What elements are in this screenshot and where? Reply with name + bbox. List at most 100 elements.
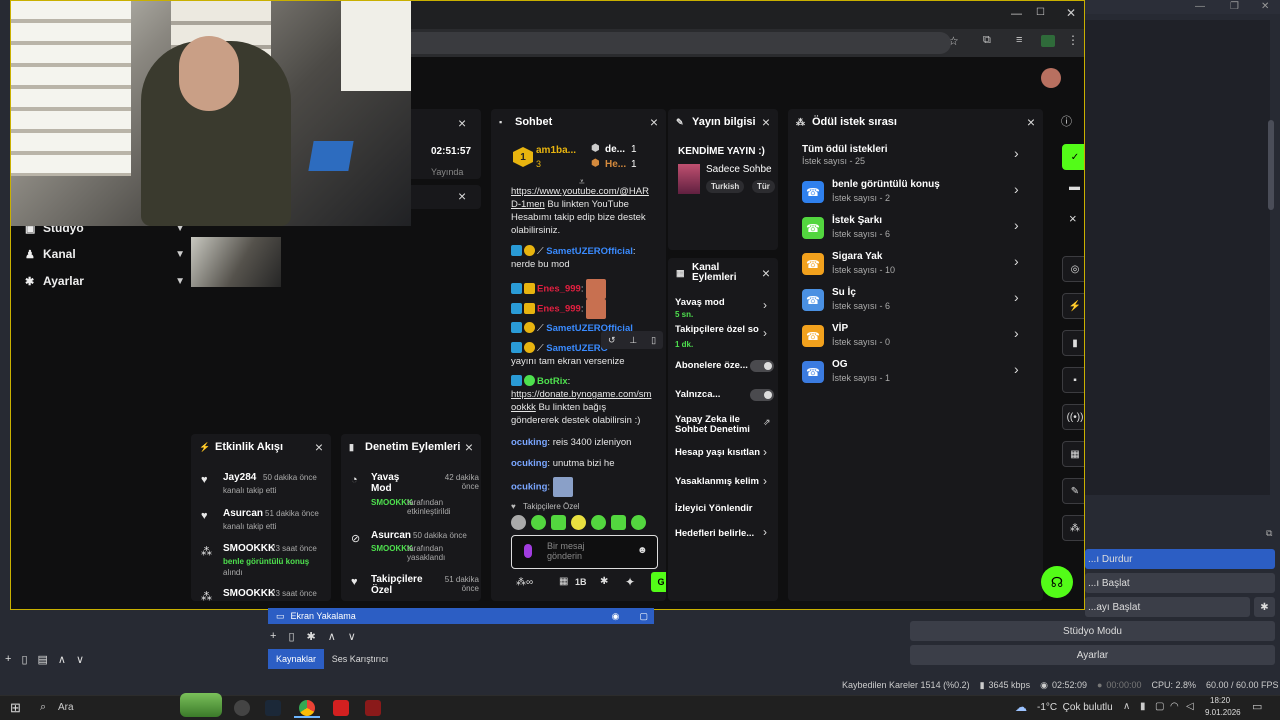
obs-scrollbar[interactable] (1268, 120, 1274, 210)
close-icon[interactable]: × (650, 114, 658, 130)
start-recording-button[interactable]: ...ı Başlat (1085, 573, 1275, 593)
sidebar-shield-button[interactable]: ▮ (1062, 330, 1084, 356)
settings-button[interactable]: Ayarlar (910, 645, 1275, 665)
action-raid[interactable]: İzleyici Yönlendir (675, 502, 775, 518)
nav-settings[interactable]: ✱ Ayarlar ▼ (25, 270, 185, 292)
dock-float-icon[interactable]: ⧉ (1266, 528, 1272, 539)
add-icon[interactable]: + (270, 630, 276, 643)
browser-close-button[interactable]: ✕ (1066, 6, 1076, 20)
reward-all[interactable]: Tüm ödül istekleri İstek sayısı - 25 › (802, 143, 1032, 169)
send-button[interactable]: G (651, 572, 666, 592)
reward-item[interactable]: ☎ Sigara Yak İstek sayısı - 10 › (788, 251, 1043, 281)
obs-app-icon[interactable] (234, 700, 250, 716)
subscribers-only-toggle[interactable] (750, 360, 774, 372)
trash-icon[interactable]: ▯ (651, 335, 656, 346)
search-icon[interactable]: ⌕ (40, 701, 46, 714)
studio-mode-button[interactable]: Stüdyo Modu (910, 621, 1275, 641)
sidebar-reward-button[interactable]: ⁂ (1062, 515, 1084, 541)
app-icon[interactable] (365, 700, 381, 716)
menu-dots-icon[interactable]: ⋮ (1067, 33, 1079, 47)
reward-item[interactable]: ☎ OG İstek sayısı - 1 › (788, 359, 1043, 389)
close-icon[interactable]: × (458, 115, 466, 131)
steam-app-icon[interactable] (265, 700, 281, 716)
down-icon[interactable]: ∨ (76, 653, 84, 666)
close-icon[interactable]: × (762, 265, 770, 281)
category-name[interactable]: Sadece Sohbe (706, 164, 776, 175)
filter-icon[interactable]: ▤ (38, 653, 48, 666)
wifi-icon[interactable]: ◠ (1170, 701, 1179, 712)
start-replay-button[interactable]: ...ayı Başlat (1085, 597, 1250, 617)
microphone-icon[interactable]: ▮ (1140, 701, 1146, 712)
emote[interactable] (531, 515, 546, 530)
action-slow-mode[interactable]: Yavaş mod 5 sn. › (675, 296, 775, 320)
obs-source-row[interactable]: ▭ Ekran Yakalama ◉ ▢ (268, 608, 654, 624)
sidebar-broadcast-button[interactable]: ((•)) (1062, 404, 1084, 430)
close-icon[interactable]: × (762, 114, 770, 130)
chat-username[interactable]: ocuking (511, 437, 547, 448)
top-chatter-1[interactable]: am1ba... (536, 145, 576, 156)
only-toggle[interactable] (750, 389, 774, 401)
clock-date[interactable]: 9.01.2026 (1205, 708, 1241, 717)
emote[interactable] (551, 515, 566, 530)
top-chatter-3[interactable]: He... (605, 159, 626, 170)
reward-item[interactable]: ☎ benle görüntülü konuş İstek sayısı - 2 › (788, 179, 1043, 209)
omnibox[interactable] (391, 32, 951, 54)
chat-username[interactable]: Enes_999 (537, 304, 581, 315)
tray-arrow-icon[interactable]: ∧ (1123, 701, 1130, 712)
action-banned-words[interactable]: Yasaklanmış kelim › (675, 474, 775, 492)
close-icon[interactable]: × (465, 439, 473, 455)
check-button[interactable]: ✓ (1062, 144, 1084, 170)
media-icon[interactable]: ≡ (1016, 34, 1022, 46)
emote[interactable] (631, 515, 646, 530)
volume-icon[interactable]: ◁ (1186, 701, 1194, 712)
chat-username[interactable]: SametUZERO (546, 343, 608, 354)
sidebar-wrench-button[interactable]: ✎ (1062, 478, 1084, 504)
emote[interactable] (511, 515, 526, 530)
down-icon[interactable]: ∨ (348, 630, 356, 643)
windows-start-icon[interactable]: ⊞ (10, 700, 21, 716)
clock-time[interactable]: 18:20 (1210, 696, 1230, 705)
store-icon[interactable]: ▦ (559, 576, 568, 587)
trash-icon[interactable]: ▯ (21, 653, 27, 666)
tray-icon[interactable]: ▢ (1155, 701, 1164, 712)
add-icon[interactable]: + (5, 653, 11, 666)
action-account-age[interactable]: Hesap yaşı kısıtlan › (675, 445, 775, 463)
action-goals[interactable]: Hedefleri belirle... › (675, 525, 775, 543)
undo-icon[interactable]: ↺ (608, 335, 616, 346)
obs-close-button[interactable]: ✕ (1261, 1, 1269, 12)
sidebar-camera-button[interactable]: ◎ (1062, 256, 1084, 282)
eye-icon[interactable]: ◉ (612, 611, 620, 622)
chrome-app-icon[interactable] (299, 700, 315, 716)
app-icon[interactable] (333, 700, 349, 716)
sidebar-lightning-button[interactable]: ⚡ (1062, 293, 1084, 319)
emote[interactable] (591, 515, 606, 530)
gear-icon[interactable]: ✱ (600, 576, 608, 587)
stop-stream-button[interactable]: ...ı Durdur (1085, 549, 1275, 569)
sidebar-channel-button[interactable]: ▦ (1062, 441, 1084, 467)
action-ai-moderation[interactable]: Yapay Zeka ile Sohbet Denetimi ⇗ (675, 415, 775, 437)
microphone-icon[interactable] (524, 544, 532, 558)
points-icon[interactable]: ⁂∞ (516, 577, 533, 588)
action-followers-only[interactable]: Takipçilere özel so 1 dk. › (675, 324, 775, 349)
top-chatter-2[interactable]: de... (605, 144, 625, 155)
obs-maximize-button[interactable]: ❐ (1230, 1, 1239, 12)
chat-username[interactable]: ocuking (511, 458, 547, 469)
info-icon[interactable]: ⓘ (1061, 113, 1072, 129)
browser-minimize-button[interactable]: — (1011, 8, 1022, 20)
emote[interactable] (611, 515, 626, 530)
replay-settings-button[interactable]: ✱ (1254, 597, 1275, 617)
close-icon[interactable]: × (458, 188, 466, 204)
weather-text[interactable]: -1°C Çok bulutlu (1037, 702, 1113, 713)
pin-icon[interactable]: ⊥ (629, 335, 637, 346)
obs-minimize-button[interactable]: — (1195, 1, 1205, 12)
taskbar-search[interactable]: Ara (58, 702, 74, 713)
user-avatar[interactable] (1041, 68, 1061, 88)
emote-picker-icon[interactable]: ✦ (625, 575, 635, 589)
reward-item[interactable]: ☎ VİP İstek sayısı - 0 › (788, 323, 1043, 353)
widget-icon[interactable] (180, 693, 222, 717)
stream-preview-thumbnail[interactable] (191, 237, 281, 287)
chat-username[interactable]: BotRix (537, 376, 568, 387)
extension-icon[interactable] (1041, 35, 1055, 47)
tab-sources[interactable]: Kaynaklar (268, 649, 324, 669)
layout-icon[interactable]: ▬ (1069, 181, 1080, 193)
